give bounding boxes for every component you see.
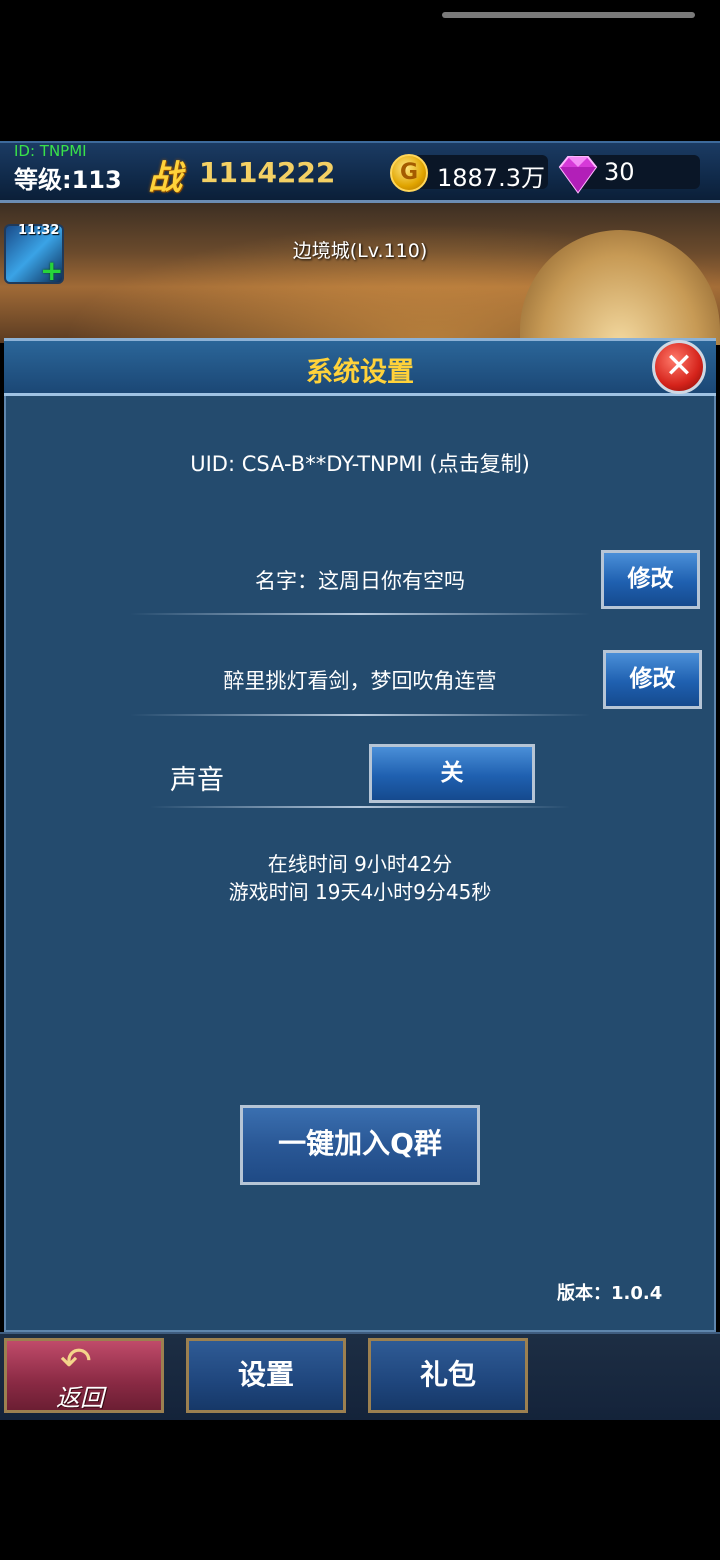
- gold-value: 1887.3万: [437, 164, 545, 192]
- dialog-title: 系统设置: [306, 357, 414, 388]
- player-level: 等级:113: [14, 166, 122, 194]
- battle-power-icon: 战: [148, 158, 182, 198]
- edit-motto-button[interactable]: 修改: [603, 650, 702, 709]
- divider: [150, 806, 570, 808]
- play-time: 游戏时间 19天4小时9分45秒: [228, 880, 492, 904]
- diamond-icon: [558, 156, 598, 194]
- divider: [130, 613, 590, 615]
- online-time: 在线时间 9小时42分: [267, 852, 453, 876]
- plus-icon[interactable]: +: [40, 257, 63, 285]
- back-label: 返回: [56, 1384, 104, 1412]
- join-qq-group-button[interactable]: 一键加入Q群: [240, 1105, 480, 1185]
- uid-copy-text[interactable]: UID: CSA-B**DY-TNPMI (点击复制): [0, 448, 720, 478]
- player-id: ID: TNPMI: [14, 142, 87, 160]
- close-button[interactable]: ✕: [652, 340, 706, 394]
- gift-tab[interactable]: 礼包: [368, 1338, 528, 1413]
- sound-toggle-button[interactable]: 关: [369, 744, 535, 803]
- back-arrow-icon: ↶: [60, 1339, 92, 1383]
- sound-label: 声音: [170, 765, 224, 796]
- settings-tab[interactable]: 设置: [186, 1338, 346, 1413]
- gem-value: 30: [604, 158, 635, 186]
- version-label: 版本：1.0.4: [557, 1283, 663, 1304]
- home-indicator: [442, 12, 695, 18]
- location-title: 边境城(Lv.110): [292, 240, 428, 262]
- player-name-label: 名字：这周日你有空吗: [255, 569, 465, 593]
- edit-name-button[interactable]: 修改: [601, 550, 700, 609]
- motto-label: 醉里挑灯看剑，梦回吹角连营: [223, 669, 497, 693]
- gold-coin-icon: G: [390, 154, 428, 192]
- battle-power-value: 1114222: [199, 156, 336, 189]
- skill-timer: 11:32: [18, 223, 60, 238]
- divider: [130, 714, 590, 716]
